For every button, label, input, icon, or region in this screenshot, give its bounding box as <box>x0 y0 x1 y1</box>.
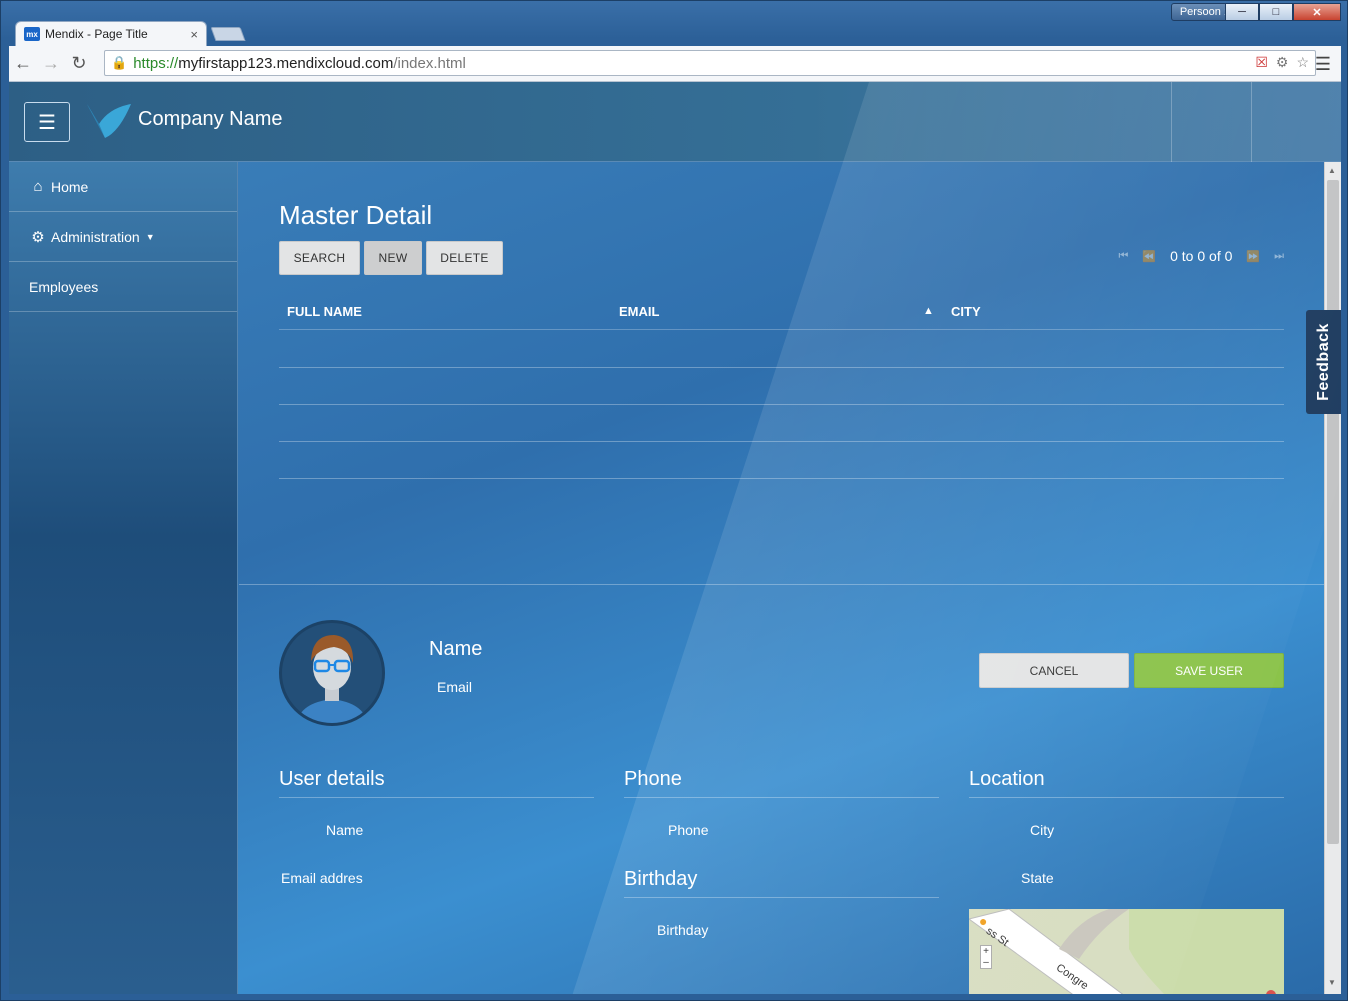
field-label-birthday: Birthday <box>657 922 709 938</box>
section-divider <box>624 797 939 798</box>
user-avatar <box>279 620 385 726</box>
back-icon[interactable]: ← <box>9 53 37 74</box>
column-header-city[interactable]: CITY <box>951 304 981 319</box>
save-user-button[interactable]: SAVE USER <box>1134 653 1284 688</box>
chevron-down-icon: ▼ <box>145 231 155 242</box>
map-tiles <box>969 909 1284 994</box>
next-page-icon[interactable]: ⏩ <box>1246 250 1260 263</box>
table-row[interactable] <box>279 441 1284 442</box>
field-label-state: State <box>1021 870 1054 886</box>
sidebar-item-label: Employees <box>29 278 99 295</box>
detail-name: Name <box>429 638 483 660</box>
company-name: Company Name <box>138 108 283 130</box>
field-label-name: Name <box>326 822 364 838</box>
main-content: Master Detail SEARCH NEW DELETE ⏮ ⏪ 0 to… <box>239 162 1324 994</box>
sidebar-item-label: Administration <box>51 228 140 245</box>
browser-menu-icon[interactable]: ☰ <box>1315 54 1331 75</box>
minimize-button[interactable]: ─ <box>1225 3 1259 21</box>
pager-text: 0 to 0 of 0 <box>1170 248 1233 264</box>
field-label-city: City <box>1030 822 1055 838</box>
grid-pager: ⏮ ⏪ 0 to 0 of 0 ⏩ ⏭ <box>1119 248 1285 264</box>
sidebar-item-home[interactable]: ⌂ Home <box>9 162 237 212</box>
search-button[interactable]: SEARCH <box>279 241 360 275</box>
delete-button[interactable]: DELETE <box>426 241 503 275</box>
table-row[interactable] <box>279 404 1284 405</box>
table-row[interactable] <box>279 367 1284 368</box>
section-title-birthday: Birthday <box>624 868 698 890</box>
mendix-favicon-icon: mx <box>24 27 40 41</box>
mendix-app: ☰ Company Name ⌂ Home ⚙ Administration ▼… <box>9 82 1341 994</box>
header-divider <box>1251 82 1252 162</box>
sort-ascending-icon: ▲ <box>923 305 934 317</box>
detail-email: Email <box>437 679 473 695</box>
browser-window: Persoon 1 ─ □ ✕ mx Mendix - Page Title ×… <box>0 0 1348 1001</box>
section-divider <box>239 584 1324 585</box>
sidebar: ⌂ Home ⚙ Administration ▼ Employees <box>9 162 238 994</box>
forward-icon[interactable]: → <box>37 53 65 74</box>
url-host: myfirstapp123.mendixcloud.com <box>178 54 394 72</box>
header-divider <box>1171 82 1172 162</box>
company-logo-icon <box>87 104 131 138</box>
menu-toggle-button[interactable]: ☰ <box>24 102 70 142</box>
field-label-email-address: Email addres <box>281 870 363 886</box>
feedback-tab[interactable]: Feedback <box>1306 310 1341 414</box>
admin-icon: ⚙ <box>31 228 45 246</box>
url-scheme: https:// <box>133 54 179 72</box>
cancel-button[interactable]: CANCEL <box>979 653 1129 688</box>
section-divider <box>624 897 939 898</box>
previous-page-icon[interactable]: ⏪ <box>1142 250 1156 263</box>
tab-close-icon[interactable]: × <box>190 27 198 42</box>
sidebar-item-employees[interactable]: Employees <box>9 262 237 312</box>
section-divider <box>279 797 594 798</box>
page-scrollbar[interactable]: ▲ ▼ <box>1324 162 1341 994</box>
sidebar-item-label: Home <box>51 178 89 195</box>
address-bar[interactable]: 🔒 https:// myfirstapp123.mendixcloud.com… <box>104 50 1316 76</box>
address-bar-icons: ☒ ⚙ ☆ <box>1255 54 1309 71</box>
column-header-full-name[interactable]: FULL NAME <box>287 304 362 319</box>
section-title-phone: Phone <box>624 768 682 790</box>
section-divider <box>969 797 1284 798</box>
maximize-button[interactable]: □ <box>1259 3 1293 21</box>
section-title-user-details: User details <box>279 768 385 790</box>
scroll-up-icon[interactable]: ▲ <box>1328 166 1336 175</box>
scroll-thumb[interactable] <box>1327 180 1339 844</box>
page-title: Master Detail <box>279 200 433 230</box>
url-path: /index.html <box>393 54 466 72</box>
translate-icon[interactable]: ⚙ <box>1276 54 1289 71</box>
feedback-label: Feedback <box>1315 323 1332 401</box>
map-zoom-control[interactable]: + – <box>980 945 992 969</box>
table-row[interactable] <box>279 478 1284 479</box>
app-header: ☰ Company Name <box>9 82 1341 162</box>
reload-icon[interactable]: ↻ <box>65 53 93 74</box>
title-bar: Persoon 1 ─ □ ✕ mx Mendix - Page Title × <box>1 1 1347 46</box>
section-title-location: Location <box>969 768 1045 790</box>
scroll-down-icon[interactable]: ▼ <box>1328 978 1336 987</box>
grid-header: FULL NAME EMAIL ▲ CITY <box>279 302 1284 330</box>
first-page-icon[interactable]: ⏮ <box>1119 250 1129 263</box>
browser-tab[interactable]: mx Mendix - Page Title × <box>15 21 207 46</box>
tab-title: Mendix - Page Title <box>45 27 148 41</box>
column-header-email[interactable]: EMAIL <box>619 304 659 319</box>
avatar-icon <box>297 635 367 723</box>
browser-toolbar: ← → ↻ 🔒 https:// myfirstapp123.mendixclo… <box>9 46 1341 82</box>
window-controls: ─ □ ✕ <box>1225 3 1341 21</box>
new-button[interactable]: NEW <box>364 241 422 275</box>
close-window-button[interactable]: ✕ <box>1293 3 1341 21</box>
new-tab-button[interactable] <box>210 27 246 41</box>
sidebar-item-administration[interactable]: ⚙ Administration ▼ <box>9 212 237 262</box>
street-view-pegman-icon[interactable]: ● <box>979 913 987 929</box>
bookmark-star-icon[interactable]: ☆ <box>1296 54 1309 71</box>
field-label-phone: Phone <box>668 822 709 838</box>
last-page-icon[interactable]: ⏭ <box>1274 250 1284 263</box>
home-icon: ⌂ <box>33 178 43 195</box>
blocked-popup-icon[interactable]: ☒ <box>1255 54 1268 71</box>
lock-icon: 🔒 <box>111 55 128 70</box>
location-map[interactable]: ss St Congre ● + – <box>969 909 1284 994</box>
